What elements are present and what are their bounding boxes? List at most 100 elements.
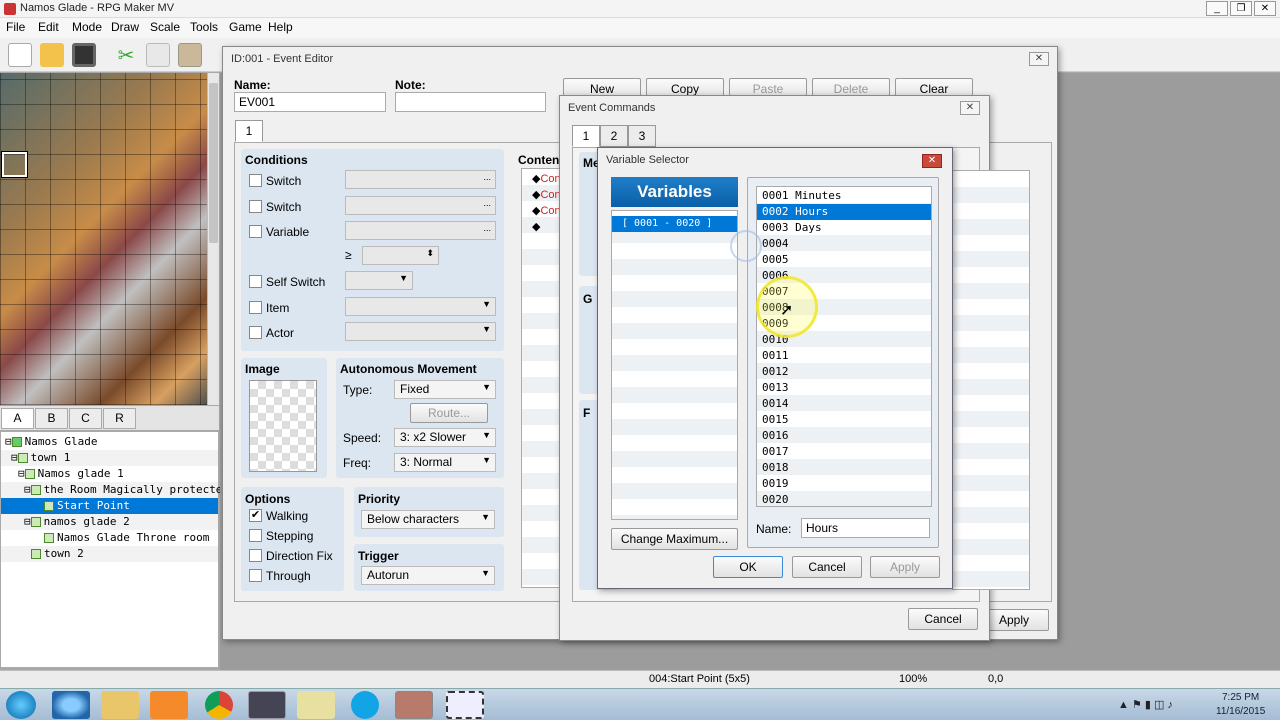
tree-item[interactable]: ⊟ town 1: [1, 450, 218, 466]
tree-item[interactable]: ⊟ Namos glade 1: [1, 466, 218, 482]
paste-icon[interactable]: [178, 43, 202, 67]
open-project-icon[interactable]: [40, 43, 64, 67]
close-window-button[interactable]: ✕: [1254, 1, 1276, 16]
event-name-input[interactable]: EV001: [234, 92, 386, 112]
event-commands-close-button[interactable]: ✕: [960, 101, 980, 115]
menu-mode[interactable]: Mode: [72, 20, 102, 34]
commands-tab-1[interactable]: 1: [572, 125, 600, 147]
start-button-icon[interactable]: [6, 691, 36, 719]
condition-switch1-checkbox[interactable]: [249, 174, 262, 187]
tray-icons[interactable]: ▲ ⚑ ▮ ◫ ♪: [1118, 698, 1208, 712]
variable-item[interactable]: 0020: [757, 492, 931, 506]
condition-variable-checkbox[interactable]: [249, 225, 262, 238]
variable-item[interactable]: 0014: [757, 396, 931, 412]
cut-icon[interactable]: ✂: [114, 43, 138, 67]
save-project-icon[interactable]: [72, 43, 96, 67]
collapse-icon[interactable]: ⊟: [24, 483, 31, 496]
condition-actor-checkbox[interactable]: [249, 326, 262, 339]
media-player-icon[interactable]: [150, 691, 188, 719]
variable-ok-button[interactable]: OK: [713, 556, 783, 578]
tileset-palette[interactable]: [0, 73, 207, 405]
event-image-preview[interactable]: [249, 380, 317, 472]
route-button[interactable]: Route...: [410, 403, 488, 423]
trigger-dropdown[interactable]: Autorun ▼: [361, 566, 495, 585]
variable-item[interactable]: 0017: [757, 444, 931, 460]
tree-item[interactable]: ⊟ the Room Magically protected: [1, 482, 229, 498]
condition-selfswitch-checkbox[interactable]: [249, 275, 262, 288]
change-maximum-button[interactable]: Change Maximum...: [611, 528, 738, 550]
snipping-tool-icon[interactable]: [446, 691, 484, 719]
command-row[interactable]: ◆: [532, 220, 540, 233]
variable-cancel-button[interactable]: Cancel: [792, 556, 862, 578]
commands-tab-2[interactable]: 2: [600, 125, 628, 147]
menu-game[interactable]: Game: [229, 20, 262, 34]
copy-icon[interactable]: [146, 43, 170, 67]
maximize-button[interactable]: ❐: [1230, 1, 1252, 16]
tree-item[interactable]: Namos Glade Throne room: [1, 530, 218, 546]
event-commands-cancel-button[interactable]: Cancel: [908, 608, 978, 630]
rpgmaker-icon[interactable]: [248, 691, 286, 719]
ie-icon[interactable]: [52, 691, 90, 719]
variable-group-item[interactable]: [ 0001 - 0020 ]: [612, 216, 737, 232]
skype-icon[interactable]: [351, 691, 379, 719]
switch1-selector[interactable]: ...: [345, 170, 496, 189]
walking-checkbox[interactable]: ✔: [249, 509, 262, 522]
variable-item-selected[interactable]: 0002 Hours: [757, 204, 931, 220]
variable-value-spinner[interactable]: ⬍: [362, 246, 439, 265]
actor-dropdown[interactable]: ▼: [345, 322, 496, 341]
commands-side-list[interactable]: [952, 170, 1030, 590]
minimize-button[interactable]: _: [1206, 1, 1228, 16]
variable-item[interactable]: 0001 Minutes: [757, 188, 931, 204]
commands-tab-3[interactable]: 3: [628, 125, 656, 147]
condition-item-checkbox[interactable]: [249, 301, 262, 314]
menu-draw[interactable]: Draw: [111, 20, 139, 34]
priority-dropdown[interactable]: Below characters ▼: [361, 510, 495, 529]
variable-list[interactable]: 0001 Minutes 0002 Hours 0003 Days 0004 0…: [756, 186, 932, 507]
variable-item[interactable]: 0004: [757, 236, 931, 252]
tree-item-selected[interactable]: Start Point: [1, 498, 218, 514]
tileset-tab-a[interactable]: A: [1, 408, 34, 429]
variable-item[interactable]: 0016: [757, 428, 931, 444]
menu-tools[interactable]: Tools: [190, 20, 218, 34]
tileset-tab-c[interactable]: C: [69, 408, 102, 429]
tree-item[interactable]: ⊟ namos glade 2: [1, 514, 218, 530]
direction-fix-checkbox[interactable]: [249, 549, 262, 562]
menu-help[interactable]: Help: [268, 20, 293, 34]
command-row[interactable]: ◆Con: [532, 188, 561, 201]
menu-scale[interactable]: Scale: [150, 20, 180, 34]
collapse-icon[interactable]: ⊟: [11, 451, 18, 464]
variable-name-input[interactable]: Hours: [801, 518, 930, 538]
tileset-tab-r[interactable]: R: [103, 408, 136, 429]
switch2-selector[interactable]: ...: [345, 196, 496, 215]
collapse-icon[interactable]: ⊟: [24, 515, 31, 528]
chrome-icon[interactable]: [205, 691, 233, 719]
through-checkbox[interactable]: [249, 569, 262, 582]
condition-switch2-checkbox[interactable]: [249, 200, 262, 213]
tileset-tab-b[interactable]: B: [35, 408, 68, 429]
variable-item[interactable]: 0005: [757, 252, 931, 268]
game-app-icon[interactable]: [395, 691, 433, 719]
scrollbar-thumb[interactable]: [209, 83, 218, 243]
collapse-icon[interactable]: ⊟: [5, 435, 12, 448]
variable-selector-close-button[interactable]: ✕: [922, 154, 942, 168]
variable-item[interactable]: 0003 Days: [757, 220, 931, 236]
variable-selector-field[interactable]: ...: [345, 221, 496, 240]
variable-group-list[interactable]: [ 0001 - 0020 ]: [611, 210, 738, 520]
stepping-checkbox[interactable]: [249, 529, 262, 542]
command-row[interactable]: ◆Con: [532, 172, 561, 185]
movement-freq-dropdown[interactable]: 3: Normal ▼: [394, 453, 496, 472]
event-note-input[interactable]: [395, 92, 546, 112]
page-tab-1[interactable]: 1: [235, 120, 263, 142]
movement-type-dropdown[interactable]: Fixed ▼: [394, 380, 496, 399]
explorer-icon[interactable]: [101, 691, 139, 719]
variable-item[interactable]: 0015: [757, 412, 931, 428]
movement-speed-dropdown[interactable]: 3: x2 Slower ▼: [394, 428, 496, 447]
item-dropdown[interactable]: ▼: [345, 297, 496, 316]
variable-apply-button[interactable]: Apply: [870, 556, 940, 578]
variable-item[interactable]: 0019: [757, 476, 931, 492]
menu-file[interactable]: File: [6, 20, 25, 34]
event-editor-close-button[interactable]: ✕: [1029, 52, 1049, 66]
tree-item[interactable]: town 2: [1, 546, 218, 562]
tileset-scrollbar[interactable]: [207, 73, 219, 405]
folder-icon[interactable]: [297, 691, 335, 719]
